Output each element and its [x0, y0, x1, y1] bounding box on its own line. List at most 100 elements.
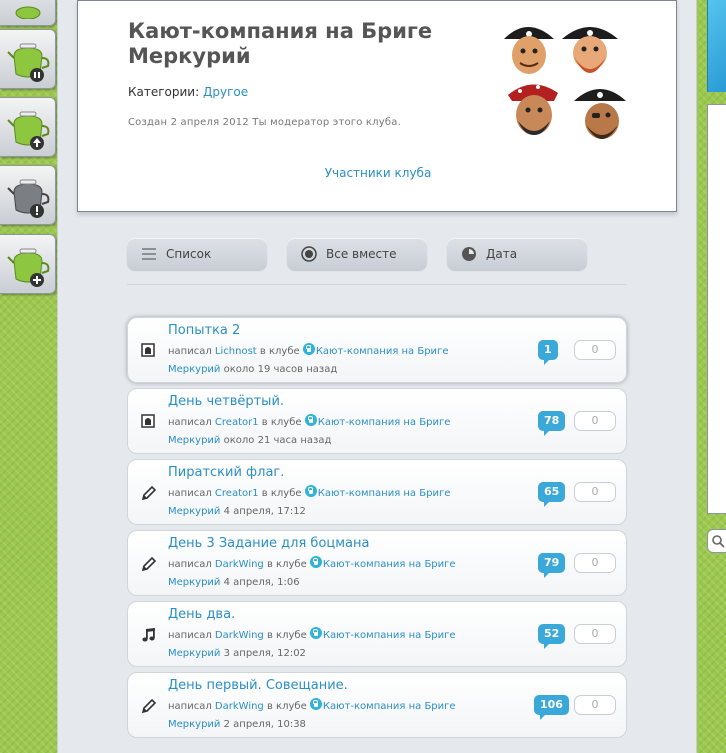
club-link-end[interactable]: Меркурий — [168, 577, 220, 588]
club-link-end[interactable]: Меркурий — [168, 719, 220, 730]
club-card: Кают-компания на Бриге Меркурий Категори… — [77, 0, 677, 212]
post-meta: написал Creator1 в клубе Кают-компания н… — [168, 414, 486, 450]
post-meta: написал DarkWing в клубе Кают-компания н… — [168, 556, 486, 592]
main-column: Кают-компания на Бриге Меркурий Категори… — [57, 0, 697, 753]
club-link[interactable]: Кают-компания на Бриге — [323, 630, 456, 641]
club-title: Кают-компания на Бриге Меркурий — [128, 19, 433, 68]
categories-label: Категории: — [128, 85, 200, 99]
post-time: 2 апреля, 10:38 — [223, 719, 306, 730]
teapot-add-icon — [7, 248, 50, 287]
post-title[interactable]: День первый. Совещание. — [168, 678, 348, 693]
club-link[interactable]: Кают-компания на Бриге — [316, 346, 449, 357]
post-time: 4 апреля, 1:06 — [223, 577, 300, 588]
teapot-upload-icon — [7, 111, 50, 150]
category-link[interactable]: Другое — [203, 85, 248, 99]
lock-icon — [302, 343, 315, 355]
comments-badge[interactable]: 106 — [534, 695, 569, 720]
post-item[interactable]: День первый. Совещание. написал DarkWing… — [127, 672, 627, 738]
club-pirates-image — [504, 27, 626, 139]
post-meta: написал DarkWing в клубе Кают-компания н… — [168, 627, 486, 663]
post-title[interactable]: Пиратский флаг. — [168, 465, 284, 480]
filter-list-label: Список — [166, 247, 212, 261]
post-item[interactable]: День 3 Задание для боцмана написал DarkW… — [127, 530, 627, 596]
post-item[interactable]: Пиратский флаг. написал Creator1 в клубе… — [127, 459, 627, 525]
filter-all-together-button[interactable]: Все вместе — [287, 238, 427, 270]
post-title[interactable]: День четвёртый. — [168, 394, 284, 409]
author-link[interactable]: DarkWing — [215, 701, 264, 712]
club-link-end[interactable]: Меркурий — [168, 506, 220, 517]
lock-icon — [304, 414, 317, 426]
radio-selected-icon — [301, 246, 317, 262]
club-created-info: Создан 2 апреля 2012 Ты модератор этого … — [128, 117, 401, 128]
list-icon — [142, 248, 156, 260]
post-item[interactable]: Попытка 2 написал Lichnost в клубе Кают-… — [127, 317, 627, 383]
wrote-label: написал — [168, 559, 212, 570]
rating-box[interactable]: 0 — [574, 340, 616, 360]
in-club-label: в клубе — [266, 559, 307, 570]
dock-button-upload[interactable] — [0, 97, 56, 157]
post-meta: написал DarkWing в клубе Кают-компания н… — [168, 698, 486, 734]
filter-all-together-label: Все вместе — [326, 247, 397, 261]
lock-post-icon — [141, 414, 155, 428]
dock-button-pause[interactable] — [0, 29, 56, 89]
dock-button-add[interactable] — [0, 234, 56, 294]
in-club-label: в клубе — [259, 346, 300, 357]
music-note-icon — [142, 628, 155, 642]
left-dock — [0, 0, 57, 753]
dock-button-alert[interactable] — [0, 165, 56, 225]
filter-date-button[interactable]: Дата — [447, 238, 587, 270]
club-categories: Категории: Другое — [128, 85, 248, 99]
club-link[interactable]: Кают-компания на Бриге — [323, 559, 456, 570]
post-title[interactable]: День два. — [168, 607, 235, 622]
post-meta: написал Lichnost в клубе Кают-компания н… — [168, 343, 486, 379]
teapot-icon — [15, 6, 41, 19]
filter-date-label: Дата — [486, 247, 518, 261]
sidebar-search[interactable] — [707, 529, 726, 553]
author-link[interactable]: DarkWing — [215, 559, 264, 570]
pencil-icon — [141, 485, 157, 501]
comments-badge[interactable]: 65 — [538, 482, 566, 507]
pencil-icon — [141, 698, 157, 714]
post-item[interactable]: День четвёртый. написал Creator1 в клубе… — [127, 388, 627, 454]
lock-icon — [309, 627, 322, 639]
post-title[interactable]: День 3 Задание для боцмана — [168, 536, 370, 551]
clock-icon — [462, 247, 476, 261]
comments-badge[interactable]: 52 — [538, 624, 566, 649]
club-link[interactable]: Кают-компания на Бриге — [318, 417, 451, 428]
rating-box[interactable]: 0 — [574, 553, 616, 573]
post-time: 3 апреля, 12:02 — [223, 648, 306, 659]
rating-box[interactable]: 0 — [574, 624, 616, 644]
rating-box[interactable]: 0 — [574, 482, 616, 502]
post-item[interactable]: День два. написал DarkWing в клубе Кают-… — [127, 601, 627, 667]
club-link[interactable]: Кают-компания на Бриге — [323, 701, 456, 712]
comments-badge[interactable]: 79 — [538, 553, 566, 578]
search-icon — [712, 535, 725, 548]
wrote-label: написал — [168, 346, 212, 357]
rating-box[interactable]: 0 — [574, 411, 616, 431]
in-club-label: в клубе — [261, 417, 302, 428]
author-link[interactable]: Creator1 — [215, 488, 259, 499]
dock-button-top[interactable] — [0, 0, 56, 26]
comments-badge[interactable]: 78 — [538, 411, 566, 436]
comments-badge[interactable]: 1 — [538, 340, 558, 365]
lock-icon — [309, 556, 322, 568]
teapot-pause-icon — [7, 43, 50, 82]
pencil-icon — [141, 556, 157, 572]
post-title[interactable]: Попытка 2 — [168, 323, 240, 338]
author-link[interactable]: DarkWing — [215, 630, 264, 641]
in-club-label: в клубе — [261, 488, 302, 499]
post-time: 4 апреля, 17:12 — [223, 506, 306, 517]
author-link[interactable]: Lichnost — [215, 346, 257, 357]
post-meta: написал Creator1 в клубе Кают-компания н… — [168, 485, 486, 521]
filter-list-button[interactable]: Список — [127, 238, 267, 270]
rating-box[interactable]: 0 — [574, 695, 616, 715]
lock-icon — [309, 698, 322, 710]
club-members-link[interactable]: Участники клуба — [78, 166, 678, 180]
club-link-end[interactable]: Меркурий — [168, 648, 220, 659]
author-link[interactable]: Creator1 — [215, 417, 259, 428]
club-link-end[interactable]: Меркурий — [168, 435, 220, 446]
right-banner — [707, 0, 726, 92]
post-time: около 21 часа назад — [223, 435, 332, 446]
club-link-end[interactable]: Меркурий — [168, 364, 220, 375]
club-link[interactable]: Кают-компания на Бриге — [318, 488, 451, 499]
